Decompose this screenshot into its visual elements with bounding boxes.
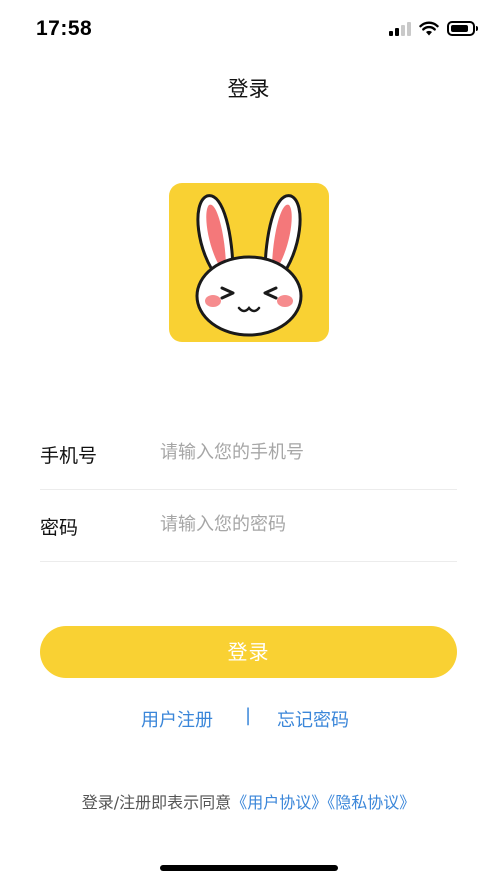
password-input[interactable] [160, 507, 450, 541]
home-indicator[interactable] [160, 865, 338, 871]
phone-row: 手机号 [40, 417, 457, 490]
agreement-text: 登录/注册即表示同意《用户协议》《隐私协议》 [0, 789, 497, 813]
login-button[interactable]: 登录 [40, 626, 457, 678]
status-time: 17:58 [36, 17, 93, 40]
register-link[interactable]: 用户注册 [141, 706, 213, 732]
privacy-policy-link[interactable]: 《隐私协议》 [327, 793, 415, 812]
page-title: 登录 [227, 77, 270, 101]
battery-icon [447, 20, 478, 36]
rabbit-logo-icon [169, 183, 329, 342]
agreement-prefix: 登录/注册即表示同意 [81, 793, 232, 812]
phone-input[interactable] [160, 435, 450, 469]
password-row: 密码 [40, 489, 457, 562]
cellular-signal-icon [389, 20, 411, 36]
status-bar: 17:58 [0, 0, 497, 60]
battery-level [451, 24, 468, 32]
user-agreement-link[interactable]: 《用户协议》 [231, 793, 327, 812]
phone-label: 手机号 [40, 445, 98, 467]
wifi-icon [419, 21, 439, 35]
link-separator: | [245, 705, 252, 726]
password-label: 密码 [40, 517, 79, 539]
forgot-password-link[interactable]: 忘记密码 [277, 706, 349, 732]
status-icons [389, 20, 478, 36]
